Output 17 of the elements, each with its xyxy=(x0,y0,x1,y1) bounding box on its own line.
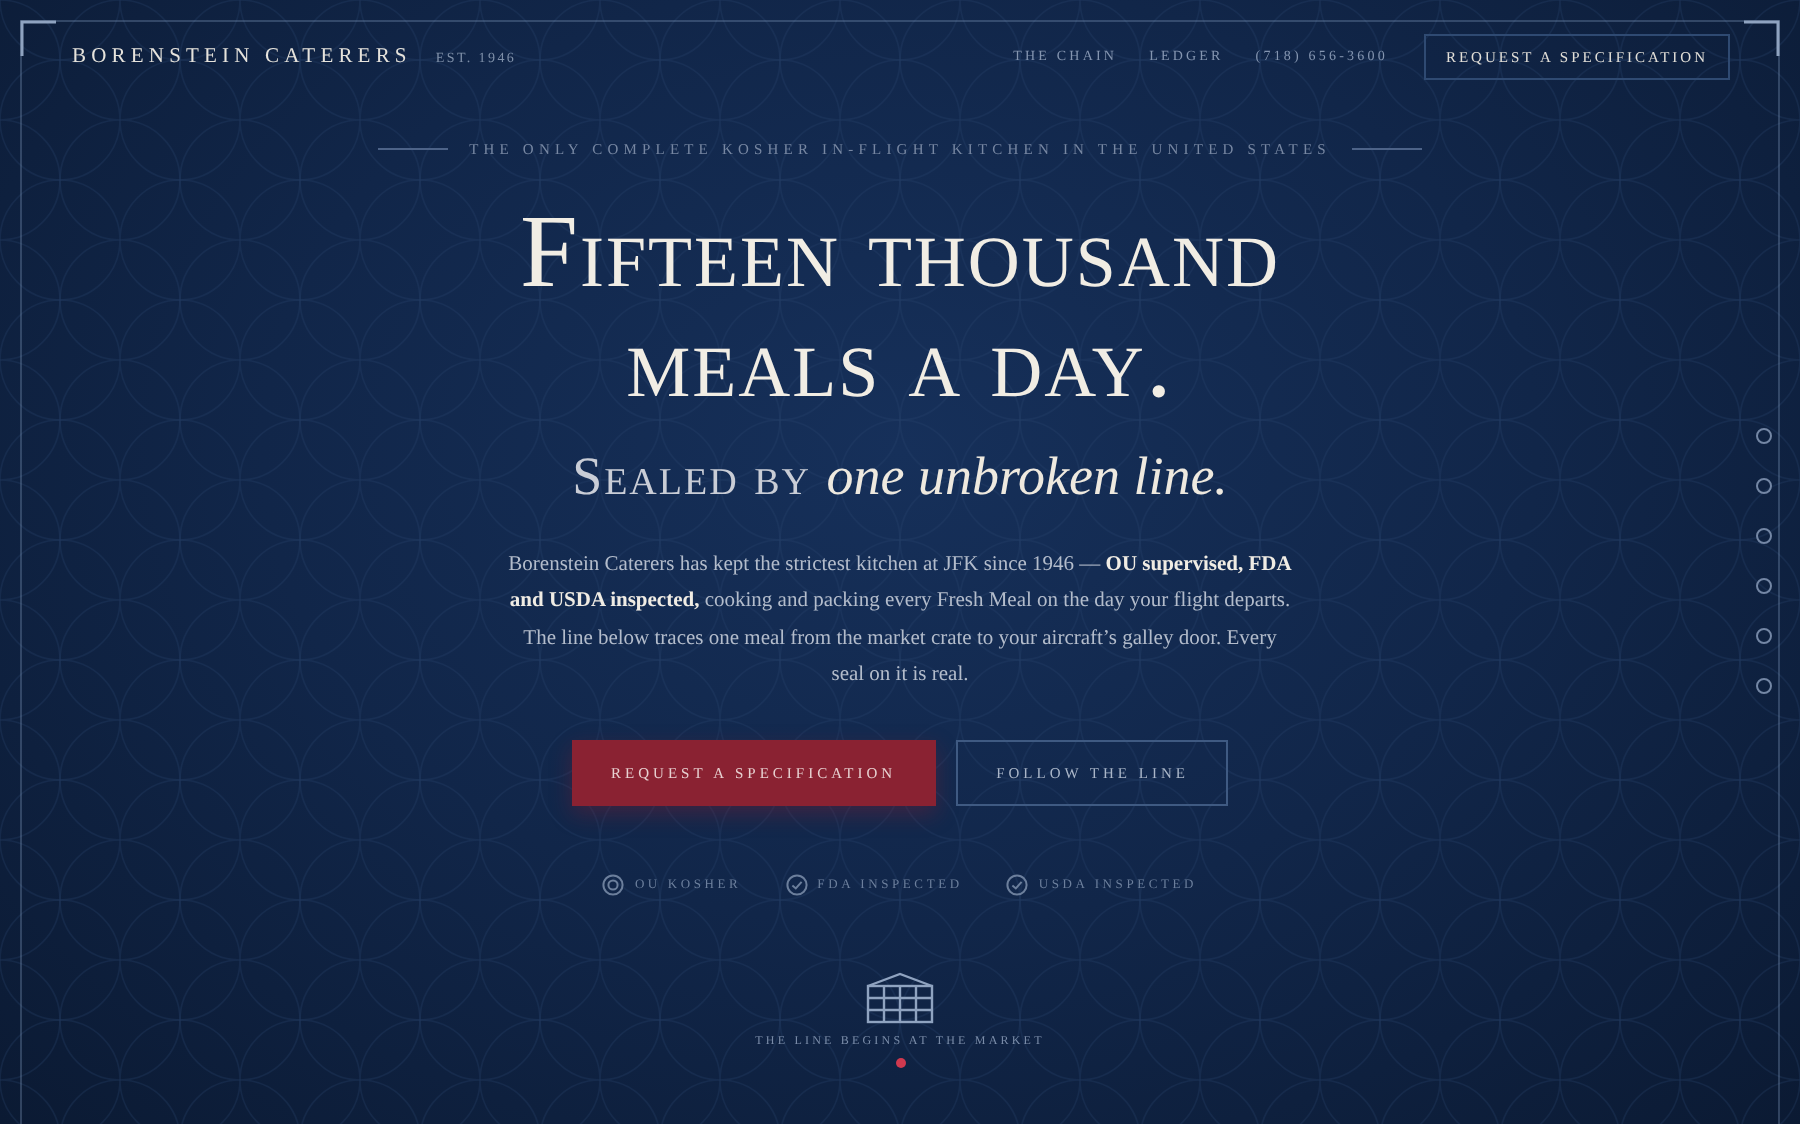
section-dot[interactable] xyxy=(1756,528,1772,544)
market-icon xyxy=(866,972,934,1025)
section-dot[interactable] xyxy=(1756,478,1772,494)
section-dot[interactable] xyxy=(1756,628,1772,644)
line-start-marker xyxy=(895,1058,905,1069)
section-dot[interactable] xyxy=(1756,578,1772,594)
corner-mark xyxy=(20,20,56,56)
section-dot[interactable] xyxy=(1756,678,1772,694)
section-dot[interactable] xyxy=(1756,428,1772,444)
subheadline: Sealed by one unbroken line. xyxy=(572,446,1228,508)
check-icon xyxy=(1006,874,1029,897)
check-icon xyxy=(785,874,808,897)
brand-name[interactable]: BORENSTEIN CATERERS xyxy=(72,45,412,67)
headline: Fifteen thousand meals a day. xyxy=(520,198,1280,418)
ring-icon xyxy=(602,874,625,897)
intro-paragraph: Borenstein Caterers has kept the strictest kitchen at JFK since 1946 — OU supervised, FDA and USDA inspected, cooking and packing every Fresh Meal on the day your flight departs. The line below traces one meal from the market crate to your aircraft’s galley door. Every seal on it is real. xyxy=(508,552,1292,690)
corner-mark xyxy=(1744,20,1780,56)
